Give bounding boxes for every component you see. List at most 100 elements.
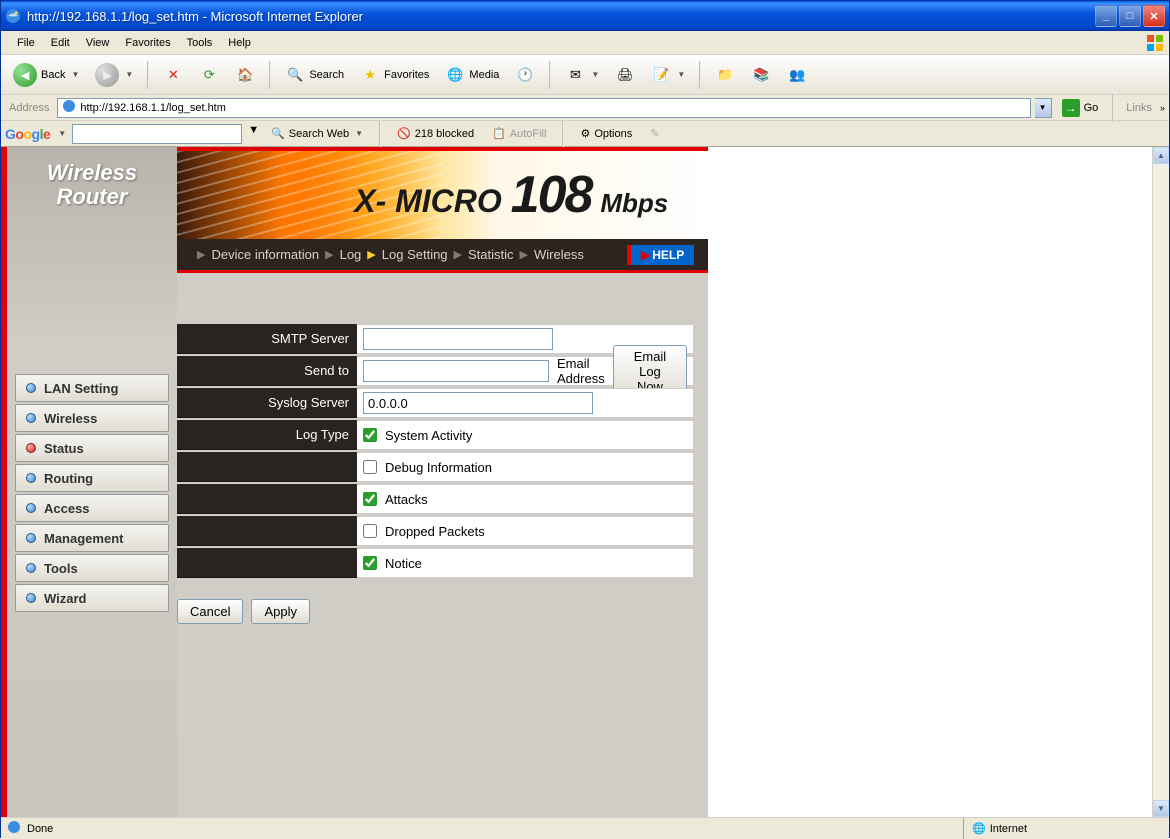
nav-routing[interactable]: Routing: [15, 464, 169, 492]
forward-button[interactable]: ► ▼: [89, 60, 139, 90]
help-label: HELP: [652, 248, 684, 262]
mail-button[interactable]: ✉▼: [559, 62, 605, 88]
menu-file[interactable]: File: [9, 34, 43, 52]
history-button[interactable]: 🕐: [509, 62, 541, 88]
apply-button[interactable]: Apply: [251, 599, 310, 624]
sidebar: Wireless Router LAN Setting Wireless Sta…: [7, 147, 177, 817]
google-search-input[interactable]: [72, 124, 242, 144]
dropdown-icon: ▼: [591, 70, 599, 79]
cb-attacks[interactable]: [363, 492, 377, 506]
menu-edit[interactable]: Edit: [43, 34, 78, 52]
folder-button[interactable]: 📁: [709, 62, 741, 88]
links-label[interactable]: Links: [1122, 102, 1156, 114]
nav-status[interactable]: Status: [15, 434, 169, 462]
cb-notice[interactable]: [363, 556, 377, 570]
cb-label: Dropped Packets: [385, 524, 485, 539]
google-logo[interactable]: Google: [5, 126, 50, 142]
media-button[interactable]: 🌐Media: [439, 62, 505, 88]
logo-line2: Router: [7, 185, 177, 209]
arrow-icon: ▶: [520, 248, 528, 261]
close-button[interactable]: ✕: [1143, 5, 1165, 27]
status-done: Done: [27, 823, 53, 835]
action-buttons: Cancel Apply: [177, 599, 694, 624]
address-dropdown[interactable]: ▼: [1035, 98, 1052, 118]
scroll-track[interactable]: [1153, 164, 1169, 800]
favorites-button[interactable]: ★Favorites: [354, 62, 435, 88]
nav-tools[interactable]: Tools: [15, 554, 169, 582]
scroll-up-button[interactable]: ▲: [1153, 147, 1169, 164]
dropdown-icon[interactable]: ▼: [58, 129, 66, 138]
nav-access[interactable]: Access: [15, 494, 169, 522]
toolbar: ◄ Back ▼ ► ▼ ✕ ⟳ 🏠 🔍Search ★Favorites 🌐M…: [1, 55, 1169, 95]
links-chevron-icon[interactable]: »: [1160, 103, 1165, 113]
row-sendto: Send to Email Address Email Log Now: [177, 355, 694, 387]
search-web-button[interactable]: 🔍 Search Web ▼: [265, 125, 369, 142]
sendto-input[interactable]: [363, 360, 549, 382]
empty-label: [177, 484, 357, 514]
nav-wizard[interactable]: Wizard: [15, 584, 169, 612]
print-button[interactable]: 🖨: [609, 62, 641, 88]
messenger-button[interactable]: 👥: [781, 62, 813, 88]
print-icon: 🖨: [615, 65, 635, 85]
page: Wireless Router LAN Setting Wireless Sta…: [1, 147, 1152, 817]
nav-management[interactable]: Management: [15, 524, 169, 552]
menu-view[interactable]: View: [78, 34, 118, 52]
window-titlebar: http://192.168.1.1/log_set.htm - Microso…: [1, 1, 1169, 31]
cb-label: Attacks: [385, 492, 428, 507]
subnav-log-setting[interactable]: Log Setting: [382, 247, 448, 262]
stop-button[interactable]: ✕: [157, 62, 189, 88]
media-icon: 🌐: [445, 65, 465, 85]
google-search-dropdown[interactable]: ▼: [248, 124, 259, 144]
autofill-label: AutoFill: [510, 128, 547, 140]
search-button[interactable]: 🔍Search: [279, 62, 350, 88]
refresh-button[interactable]: ⟳: [193, 62, 225, 88]
options-button[interactable]: ⚙Options: [574, 125, 638, 142]
vertical-scrollbar[interactable]: ▲ ▼: [1152, 147, 1169, 817]
go-button[interactable]: → Go: [1056, 97, 1105, 119]
email-address-text: Email Address: [557, 356, 605, 386]
autofill-button[interactable]: 📋AutoFill: [486, 125, 552, 142]
menu-help[interactable]: Help: [220, 34, 259, 52]
subnav-device-info[interactable]: Device information: [211, 247, 319, 262]
dropdown-icon: ▼: [677, 70, 685, 79]
nav-label: Access: [44, 501, 90, 516]
highlight-button[interactable]: ✎: [644, 125, 665, 142]
nav-lan-setting[interactable]: LAN Setting: [15, 374, 169, 402]
dropdown-icon: ▼: [355, 129, 363, 138]
menu-tools[interactable]: Tools: [179, 34, 221, 52]
edit-button[interactable]: 📝▼: [645, 62, 691, 88]
cb-debug-info[interactable]: [363, 460, 377, 474]
research-button[interactable]: 📚: [745, 62, 777, 88]
form-area: SMTP Server Send to Email Address Email …: [177, 273, 708, 644]
bullet-icon: [26, 383, 36, 393]
smtp-input[interactable]: [363, 328, 553, 350]
options-icon: ⚙: [580, 127, 590, 140]
subnav-statistic[interactable]: Statistic: [468, 247, 514, 262]
address-input[interactable]: http://192.168.1.1/log_set.htm: [57, 98, 1030, 118]
maximize-button[interactable]: □: [1119, 5, 1141, 27]
home-button[interactable]: 🏠: [229, 62, 261, 88]
forward-arrow-icon: ►: [95, 63, 119, 87]
subnav-wireless[interactable]: Wireless: [534, 247, 584, 262]
nav-wireless[interactable]: Wireless: [15, 404, 169, 432]
syslog-label: Syslog Server: [177, 388, 357, 418]
back-button[interactable]: ◄ Back ▼: [7, 60, 85, 90]
cb-system-activity[interactable]: [363, 428, 377, 442]
dropdown-icon: ▼: [125, 70, 133, 79]
minimize-button[interactable]: _: [1095, 5, 1117, 27]
window-title: http://192.168.1.1/log_set.htm - Microso…: [27, 9, 1095, 24]
help-button[interactable]: ▶HELP: [627, 245, 694, 265]
syslog-input[interactable]: [363, 392, 593, 414]
search-web-label: Search Web: [289, 128, 349, 140]
menu-favorites[interactable]: Favorites: [117, 34, 178, 52]
subnav-log[interactable]: Log: [340, 247, 362, 262]
cancel-button[interactable]: Cancel: [177, 599, 243, 624]
nav-label: Routing: [44, 471, 93, 486]
blocked-button[interactable]: 🚫218 blocked: [391, 125, 480, 142]
scroll-down-button[interactable]: ▼: [1153, 800, 1169, 817]
nav-label: Status: [44, 441, 84, 456]
row-logtype-2: Attacks: [177, 483, 694, 515]
search-web-icon: 🔍: [271, 127, 285, 140]
cb-dropped-packets[interactable]: [363, 524, 377, 538]
router-logo: Wireless Router: [7, 147, 177, 229]
